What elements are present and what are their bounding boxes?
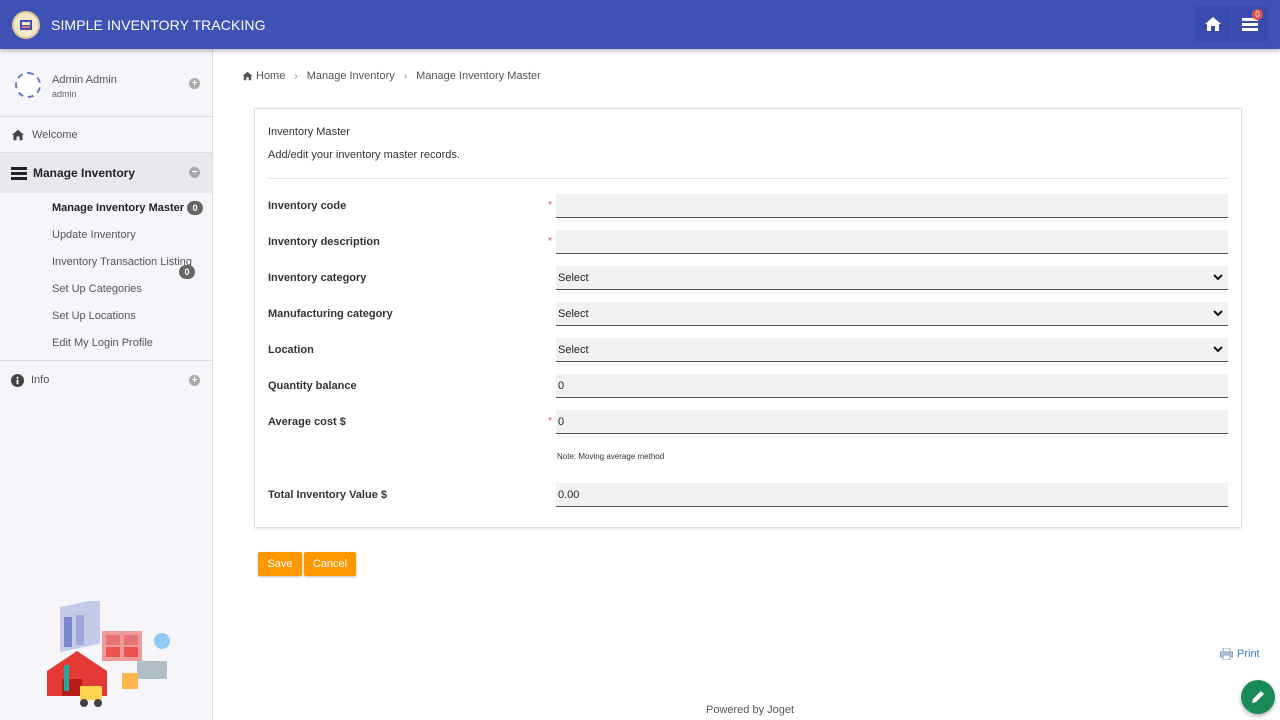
sidebar-item-edit-login-profile[interactable]: Edit My Login Profile xyxy=(0,330,212,357)
location-select[interactable]: Select xyxy=(556,338,1228,362)
sidebar-item-label: Welcome xyxy=(32,128,78,141)
sidebar-item-label: Set Up Categories xyxy=(52,283,142,295)
required-marker: * xyxy=(548,200,552,211)
selected-value: Select xyxy=(558,308,589,320)
app-logo-icon[interactable] xyxy=(12,10,40,39)
total-inventory-value-input[interactable]: 0.00 xyxy=(556,483,1228,507)
sidebar-item-label: Inventory Transaction Listing xyxy=(52,256,193,268)
sidebar-item-welcome[interactable]: Welcome xyxy=(0,117,212,153)
selected-value: Select xyxy=(558,344,589,356)
profile-expand-icon[interactable]: + xyxy=(189,78,200,89)
average-cost-label: Average cost $ xyxy=(268,416,346,428)
sidebar-item-manage-inventory-master[interactable]: Manage Inventory Master 0 xyxy=(0,195,212,222)
sidebar-item-inventory-transaction-listing[interactable]: Inventory Transaction Listing 0 xyxy=(0,249,212,279)
inventory-category-label: Inventory category xyxy=(268,272,367,284)
app-title[interactable]: SIMPLE INVENTORY TRACKING xyxy=(51,17,266,33)
profile-username: admin xyxy=(52,89,77,99)
sidebar-item-label: Edit My Login Profile xyxy=(52,337,153,349)
edit-fab-button[interactable] xyxy=(1241,680,1275,714)
collapse-icon[interactable]: − xyxy=(189,167,200,178)
form-description: Add/edit your inventory master records. xyxy=(268,149,460,161)
chevron-down-icon xyxy=(1213,310,1223,317)
home-icon xyxy=(242,71,253,81)
cancel-button[interactable]: Cancel xyxy=(304,552,356,576)
breadcrumb-manage-inventory[interactable]: Manage Inventory xyxy=(307,70,395,82)
location-label: Location xyxy=(268,344,314,356)
sidebar-item-label: Manage Inventory Master xyxy=(52,202,185,214)
breadcrumb-home[interactable]: Home xyxy=(256,70,285,82)
user-profile: Admin Admin admin + xyxy=(0,49,212,117)
notification-count-badge: 0 xyxy=(1252,9,1263,20)
warehouse-illustration xyxy=(47,601,170,707)
top-bar: SIMPLE INVENTORY TRACKING 0 xyxy=(0,0,1280,49)
sidebar-item-set-up-locations[interactable]: Set Up Locations xyxy=(0,303,212,330)
sidebar-item-label: Update Inventory xyxy=(52,229,136,241)
manufacturing-category-select[interactable]: Select xyxy=(556,302,1228,326)
average-cost-note: Note: Moving average method xyxy=(557,452,665,461)
manufacturing-category-label: Manufacturing category xyxy=(268,308,393,320)
chevron-down-icon xyxy=(1213,274,1223,281)
expand-icon[interactable]: + xyxy=(189,375,200,386)
print-link[interactable]: Print xyxy=(1220,648,1260,660)
avatar[interactable] xyxy=(15,72,41,98)
inventory-master-form: Inventory Master Add/edit your inventory… xyxy=(254,108,1242,528)
info-icon xyxy=(11,373,24,387)
sidebar-item-label: Set Up Locations xyxy=(52,310,136,322)
save-button[interactable]: Save xyxy=(258,552,302,576)
breadcrumb-current: Manage Inventory Master xyxy=(416,70,541,82)
print-icon xyxy=(1220,648,1233,660)
quantity-balance-label: Quantity balance xyxy=(268,380,357,392)
home-button[interactable] xyxy=(1195,6,1231,42)
submenu: Manage Inventory Master 0 Update Invento… xyxy=(0,193,212,361)
print-label: Print xyxy=(1237,648,1260,660)
quantity-balance-input[interactable]: 0 xyxy=(556,374,1228,398)
sidebar-item-update-inventory[interactable]: Update Inventory xyxy=(0,222,212,249)
breadcrumb: Home › Manage Inventory › Manage Invento… xyxy=(242,70,541,82)
inventory-description-input[interactable] xyxy=(556,230,1228,254)
count-badge: 0 xyxy=(187,201,204,216)
notifications-button[interactable]: 0 xyxy=(1232,6,1268,42)
inventory-description-label: Inventory description xyxy=(268,236,380,248)
sidebar-item-manage-inventory[interactable]: Manage Inventory − xyxy=(0,153,212,193)
sidebar-item-info[interactable]: Info + xyxy=(0,361,212,399)
selected-value: Select xyxy=(558,272,589,284)
footer-text: Powered by Joget xyxy=(706,704,795,716)
sidebar-item-label: Manage Inventory xyxy=(33,166,136,180)
inventory-code-label: Inventory code xyxy=(268,200,347,212)
chevron-right-icon: › xyxy=(294,70,298,82)
required-marker: * xyxy=(548,416,552,427)
home-icon xyxy=(1205,17,1221,31)
sidebar-item-label: Info xyxy=(31,374,50,386)
total-inventory-value-label: Total Inventory Value $ xyxy=(268,489,387,501)
pencil-icon xyxy=(1252,691,1264,703)
inventory-category-select[interactable]: Select xyxy=(556,266,1228,290)
chevron-down-icon xyxy=(1213,346,1223,353)
divider xyxy=(268,178,1228,179)
required-marker: * xyxy=(548,236,552,247)
sidebar: Admin Admin admin + Welcome Manage Inven… xyxy=(0,49,213,720)
average-cost-input[interactable]: 0 xyxy=(556,410,1228,434)
inventory-code-input[interactable] xyxy=(556,194,1228,218)
form-title: Inventory Master xyxy=(268,126,350,138)
profile-name: Admin Admin xyxy=(52,74,117,86)
chevron-right-icon: › xyxy=(403,70,408,82)
list-icon xyxy=(11,166,27,180)
sidebar-item-set-up-categories[interactable]: Set Up Categories xyxy=(0,276,212,303)
home-icon xyxy=(12,129,24,140)
